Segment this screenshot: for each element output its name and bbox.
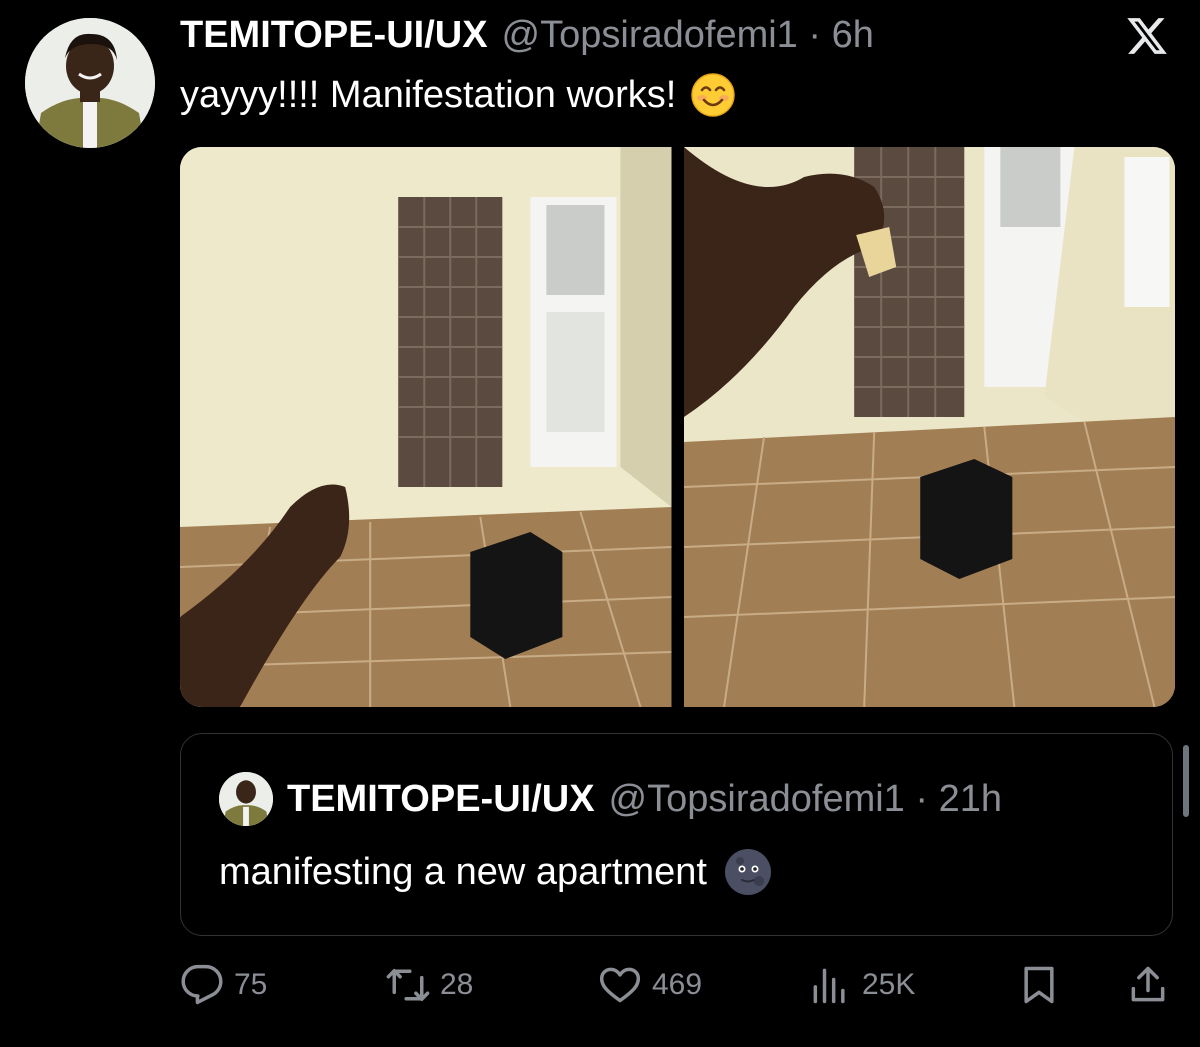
repost-count: 28 [440,968,474,1001]
x-logo-icon [1127,18,1167,54]
quoted-author-handle-time: @Topsiradofemi1 · 21h [608,778,1002,820]
share-button[interactable] [1126,960,1170,1010]
photo-right[interactable] [683,147,1175,707]
bookmark-icon [1024,966,1054,1004]
tweet-text: yayyy!!!! Manifestation works! [180,73,677,116]
new-moon-face-icon [724,849,771,895]
tweet-header: TEMITOPE-UI/UX @Topsiradofemi1 · 6h [180,14,874,62]
like-button[interactable]: 469 [598,960,702,1010]
reply-count: 75 [234,968,268,1001]
views-chart-icon [813,968,845,1004]
views-button[interactable]: 25K [808,960,915,1010]
heart-icon [599,967,641,1003]
repost-icon [386,968,430,1002]
scrollbar[interactable] [1183,745,1189,817]
quoted-author-avatar[interactable] [219,772,273,826]
apartment-photo-right [683,147,1175,707]
reply-button[interactable]: 75 [180,960,267,1010]
avatar-photo [25,18,155,148]
bookmark-button[interactable] [1017,960,1061,1010]
quoted-tweet-text: manifesting a new apartment [219,850,707,893]
photo-left[interactable] [180,147,672,707]
repost-button[interactable]: 28 [386,960,473,1010]
quoted-tweet-text-row: manifesting a new apartment [219,847,773,897]
smiling-face-icon [691,73,736,117]
quoted-author-name: TEMITOPE-UI/UX [287,778,595,820]
author-avatar[interactable] [25,18,155,148]
quoted-tweet-card[interactable]: TEMITOPE-UI/UX @Topsiradofemi1 · 21h man… [180,733,1173,936]
reply-icon [181,964,223,1005]
quoted-tweet-header: TEMITOPE-UI/UX @Topsiradofemi1 · 21h [287,778,1002,821]
tweet-text-row: yayyy!!!! Manifestation works! [180,72,736,118]
share-icon [1131,966,1165,1002]
author-handle-time[interactable]: @Topsiradofemi1 · 6h [502,14,874,57]
quoted-avatar-photo [219,772,273,826]
tweet-media[interactable] [180,147,1175,707]
like-count: 469 [652,968,703,1001]
apartment-photo-left [180,147,672,707]
views-count: 25K [862,968,916,1001]
tweet-action-bar: 75 28 469 25K [180,960,1170,1010]
author-name[interactable]: TEMITOPE-UI/UX [180,14,488,57]
